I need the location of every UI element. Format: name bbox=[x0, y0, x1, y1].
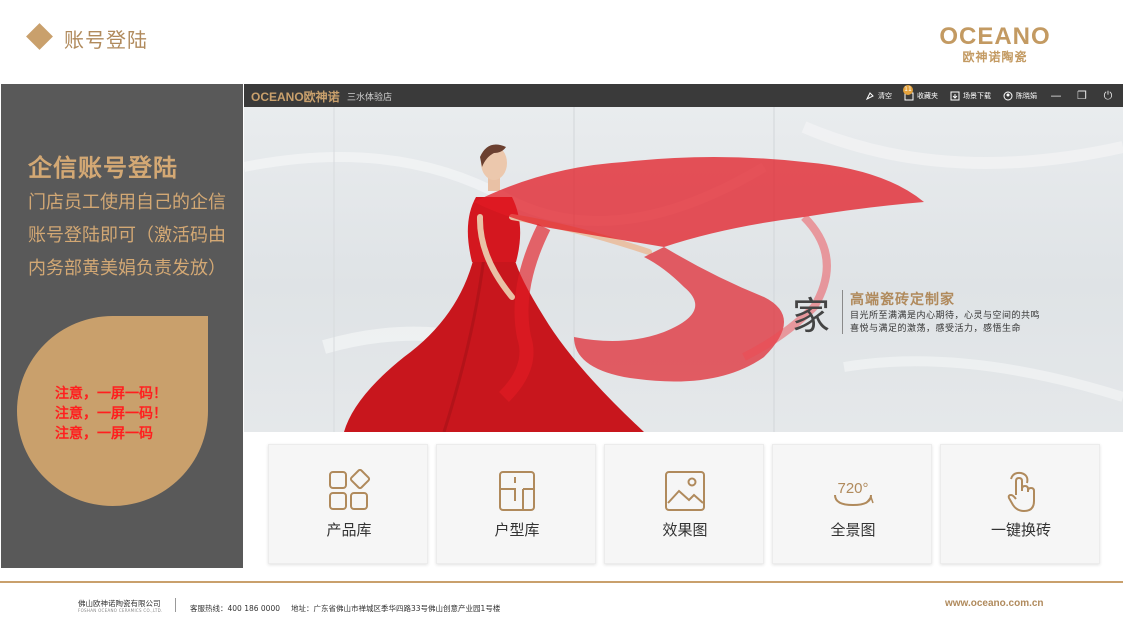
product-library-icon bbox=[329, 469, 371, 510]
note-callout: 注意，一屏一码！ 注意，一屏一码！ 注意，一屏一码 bbox=[17, 316, 208, 506]
user-name: 陈晓娟 bbox=[1016, 91, 1037, 100]
tile-label: 效果图 bbox=[662, 521, 708, 539]
power-button[interactable]: ⏻ bbox=[1101, 84, 1115, 107]
broom-icon bbox=[865, 91, 874, 100]
tile-floorplan-library[interactable]: 户型库 bbox=[436, 444, 596, 564]
panel-description: 门店员工使用自己的企信账号登陆即可（激活码由内务部黄美娟负责发放） bbox=[28, 192, 226, 279]
slide: 账号登陆 OCEANO 欧神诺陶瓷 企信账号登陆 门店员工使用自己的企信账号登陆… bbox=[0, 0, 1123, 631]
tile-one-click-tile-swap[interactable]: 一键换砖 bbox=[940, 444, 1100, 564]
favorites-label: 收藏夹 bbox=[917, 91, 938, 100]
titlebar-actions: 清空 11 收藏夹 场景下载 陈晓娟 — ❐ ⏻ bbox=[865, 84, 1115, 107]
restore-button[interactable]: ❐ bbox=[1075, 84, 1089, 107]
store-name: 三水体验店 bbox=[347, 93, 393, 103]
clear-label: 清空 bbox=[878, 91, 892, 100]
feature-tiles: 产品库 户型库 效果图 720° 全景图 一键换砖 bbox=[268, 444, 1100, 564]
favorites-count-badge: 11 bbox=[903, 84, 913, 95]
tile-label: 全景图 bbox=[830, 521, 876, 539]
favorites-button[interactable]: 11 收藏夹 bbox=[903, 84, 938, 101]
tile-label: 一键换砖 bbox=[990, 521, 1051, 539]
tile-renderings[interactable]: 效果图 bbox=[604, 444, 764, 564]
scene-download-button[interactable]: 场景下载 bbox=[950, 91, 991, 101]
footer-address: 地址：广东省佛山市禅城区季华四路33号佛山创意产业园1号楼 bbox=[291, 604, 501, 613]
user-icon bbox=[1003, 91, 1013, 100]
panorama-720-icon: 720° bbox=[834, 480, 874, 507]
footer-company-en: FOSHAN OCEANO CERAMICS CO.,LTD. bbox=[78, 608, 163, 613]
logo-main-text: OCEANO bbox=[939, 23, 1051, 50]
instruction-panel: 企信账号登陆 门店员工使用自己的企信账号登陆即可（激活码由内务部黄美娟负责发放）… bbox=[1, 84, 243, 568]
footer-divider bbox=[0, 581, 1123, 583]
tile-product-library[interactable]: 产品库 bbox=[268, 444, 428, 564]
scene-download-label: 场景下载 bbox=[963, 91, 991, 100]
note-line: 注意，一屏一码 bbox=[55, 426, 153, 442]
oceano-logo: OCEANO 欧神诺陶瓷 bbox=[938, 23, 1052, 65]
banner-title: 高端瓷砖定制家 bbox=[850, 292, 955, 308]
app-logo: OCEANO欧神诺 bbox=[251, 90, 340, 104]
footer-website[interactable]: www.oceano.com.cn bbox=[945, 598, 1044, 609]
user-menu[interactable]: 陈晓娟 bbox=[1003, 91, 1037, 101]
diamond-bullet-icon bbox=[26, 23, 53, 50]
note-line: 注意，一屏一码！ bbox=[55, 406, 167, 422]
app-window: OCEANO欧神诺 三水体验店 清空 11 收藏夹 场景下载 陈晓娟 — ❐ ⏻… bbox=[244, 84, 1123, 568]
tile-label: 户型库 bbox=[494, 521, 540, 539]
footer-separator bbox=[175, 598, 176, 612]
tile-label: 产品库 bbox=[326, 521, 372, 539]
tap-hand-icon bbox=[1007, 471, 1035, 512]
note-line: 注意，一屏一码！ bbox=[55, 386, 167, 402]
banner-artwork bbox=[244, 107, 1123, 432]
panel-title: 企信账号登陆 bbox=[28, 154, 178, 182]
minimize-button[interactable]: — bbox=[1049, 84, 1063, 107]
page-title: 账号登陆 bbox=[64, 28, 148, 52]
banner-tagline-1: 目光所至满满是内心期待，心灵与空间的共鸣 bbox=[850, 311, 1041, 321]
banner-char: 家 bbox=[792, 294, 831, 338]
banner-tagline-2: 喜悦与满足的激荡，感受活力，感悟生命 bbox=[850, 324, 1022, 334]
image-icon bbox=[665, 471, 705, 511]
floorplan-icon bbox=[499, 471, 535, 511]
hero-banner: 家 高端瓷砖定制家 目光所至满满是内心期待，心灵与空间的共鸣 喜悦与满足的激荡，… bbox=[244, 107, 1123, 432]
app-titlebar: OCEANO欧神诺 三水体验店 清空 11 收藏夹 场景下载 陈晓娟 — ❐ ⏻ bbox=[244, 84, 1123, 107]
note-text: 注意，一屏一码！ 注意，一屏一码！ 注意，一屏一码 bbox=[55, 384, 167, 444]
clear-button[interactable]: 清空 bbox=[865, 91, 892, 101]
logo-sub-text: 欧神诺陶瓷 bbox=[962, 50, 1028, 64]
banner-separator bbox=[842, 290, 843, 334]
footer-hotline: 客服热线：400 186 0000 bbox=[190, 604, 280, 613]
download-icon bbox=[950, 91, 960, 100]
tile-panorama[interactable]: 720° 全景图 bbox=[772, 444, 932, 564]
panorama-720-text: 720° bbox=[837, 480, 868, 497]
